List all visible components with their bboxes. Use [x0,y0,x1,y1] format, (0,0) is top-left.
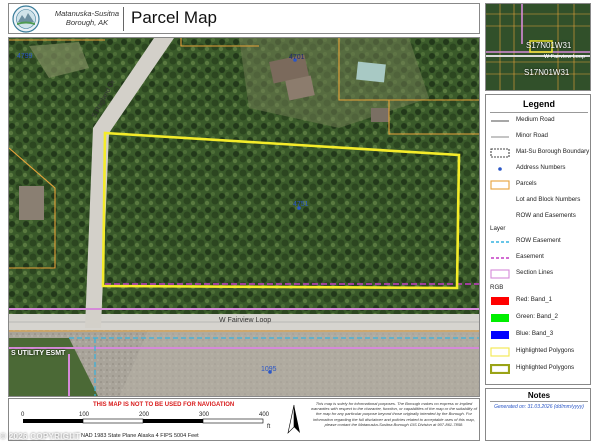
legend-item-label: Easement [516,253,544,260]
scale-tick-200: 200 [139,412,150,418]
legend-item-label: Mat-Su Borough Boundary [516,148,590,155]
disclaimer-text: This map is solely for informational pur… [311,401,477,427]
legend-item: Section Lines [490,268,590,280]
inset-section-label-north: S17N01W31 [526,41,572,50]
legend-item: Medium Road [490,115,590,127]
legend-title: Legend [522,99,555,109]
legend-symbol [490,196,510,206]
legend-layer-heading: Layer [490,225,506,232]
legend-item-label: Green: Band_2 [516,313,558,320]
north-arrow-icon [287,404,300,434]
legend-symbol [490,212,510,222]
address-label-4751: 4751 [293,201,309,208]
legend-item-label: Red: Band_1 [516,296,553,303]
legend-item: Mat-Su Borough Boundary [490,147,590,159]
legend-symbol [491,257,509,259]
address-label-4701: 4701 [289,54,305,61]
legend-symbol [490,180,510,190]
locator-inset-map[interactable]: S17N01W31 S17N01W31 W Fairview Loop [485,3,591,91]
legend-item-label: Parcels [516,180,537,187]
road-label-w-fairview-loop: W Fairview Loop [219,317,272,324]
legend-item: Highlighted Polygons [490,346,590,358]
address-label-4799: 4799 [17,53,33,60]
legend-item: Minor Road [490,131,590,143]
header-divider [123,7,124,31]
parcel-map-view[interactable]: 4799 4701 4751 1095 S Ragland Dr W Fairv… [8,37,480,397]
borough-name-line1: Matanuska-Susitna [54,9,120,18]
legend-item: Highlighted Polygons [490,363,590,375]
scale-tick-300: 300 [199,412,210,418]
scale-unit: ft [267,424,271,430]
legend-symbol [491,297,509,305]
legend-item: ROW Easement [490,236,590,248]
legend-item-label: ROW Easement [516,237,561,244]
scale-tick-400: 400 [259,412,270,418]
borough-name-line2: Borough, AK [65,18,109,27]
scale-tick-100: 100 [79,412,90,418]
legend-symbol [490,148,510,158]
legend-symbol [491,120,509,122]
legend-item: Address Numbers [490,163,590,175]
legend-item-label: Highlighted Polygons [516,364,575,371]
map-header: Matanuska-Susitna Borough, AK Parcel Map [8,3,480,34]
legend-item-label: Address Numbers [516,164,566,171]
inset-section-label-south: S17N01W31 [524,68,570,77]
legend-symbol [490,347,510,357]
legend-item-label: Medium Road [516,116,555,123]
aerial-imagery [9,38,479,396]
legend-item: Easement [490,252,590,264]
building-west [19,186,44,220]
page-title: Parcel Map [131,8,217,27]
projection-text: NAD 1983 State Plane Alaska 4 FIPS 5004 … [81,433,199,439]
legend-item: Red: Band_1 [490,295,590,307]
legend-symbol [491,136,509,138]
legend-item: Green: Band_2 [490,312,590,324]
legend-panel: Legend Medium Road Minor Road Mat-Su Borou… [485,94,591,385]
legend-symbol [491,241,509,243]
address-label-1095: 1095 [261,366,277,373]
legend-item-label: Minor Road [516,132,548,139]
borough-seal-icon [12,5,40,33]
copyright-watermark: © 2026 COPYRIGHT [0,432,81,441]
legend-symbol [491,331,509,339]
notes-panel: Notes Generated on: 31.03.2026 (dd/mm/yy… [485,388,591,441]
scale-tick-0: 0 [21,412,25,418]
legend-symbol [490,269,510,279]
legend-item-label: ROW and Easements [516,212,576,219]
legend-item-label: Section Lines [516,269,554,276]
map-sheet: Matanuska-Susitna Borough, AK Parcel Map [0,0,596,446]
notes-title: Notes [527,391,551,400]
legend-item: ROW and Easements [490,211,590,223]
legend-item: Lot and Block Numbers [490,195,590,207]
generated-date: Generated on: 31.03.2026 (dd/mm/yyyy) [494,404,584,410]
legend-rgb-heading: RGB [490,284,504,291]
notes-divider [490,401,588,402]
navigation-warning: THIS MAP IS NOT TO BE USED FOR NAVIGATIO… [93,402,235,408]
easement-label: S UTILITY ESMT [11,350,66,357]
legend-item: Parcels [490,179,590,191]
legend-item-label: Lot and Block Numbers [516,196,581,203]
legend-symbol [498,167,502,171]
legend-item-label: Highlighted Polygons [516,347,575,354]
legend-symbol [491,314,509,322]
inset-road-label: W Fairview Loop [544,54,585,60]
borough-name: Matanuska-Susitna Borough, AK [54,9,120,27]
legend-item-label: Blue: Band_3 [516,330,554,337]
legend-item: Blue: Band_3 [490,329,590,341]
legend-divider [490,112,588,113]
legend-symbol [490,364,510,374]
